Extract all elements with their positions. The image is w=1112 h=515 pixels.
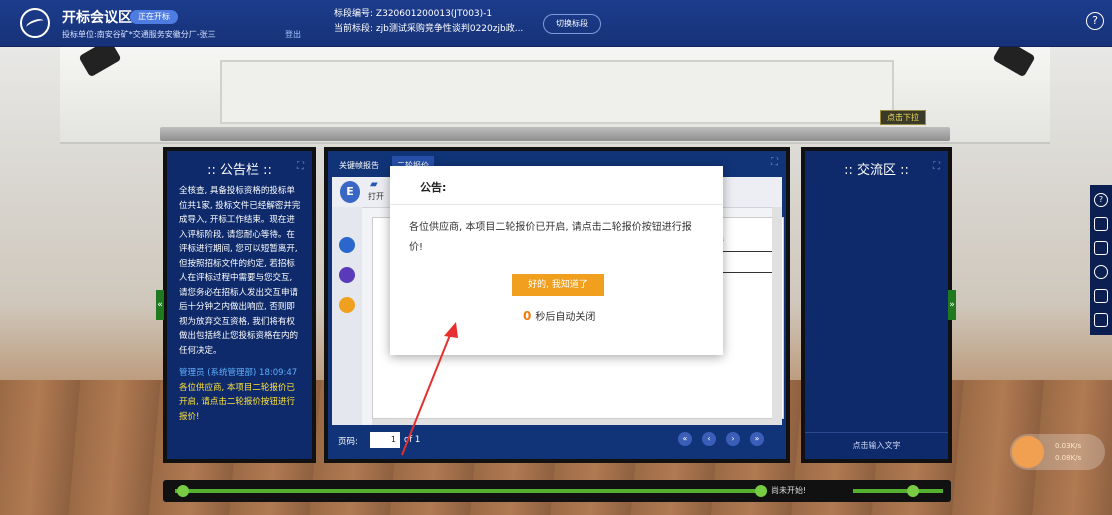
countdown-text: 秒后自动关闭 xyxy=(535,312,596,323)
help-icon[interactable]: ? xyxy=(1094,193,1108,207)
modal-title: 公告: xyxy=(420,181,447,194)
exchange-panel: :: 交流区 :: ⛶ 点击输入文字 xyxy=(801,147,952,463)
open-icon[interactable]: ▰ xyxy=(370,179,378,190)
status-badge: 正在开标 xyxy=(130,10,178,24)
switch-section-button[interactable]: 切换标段 xyxy=(543,14,601,34)
auto-close-countdown: 0 秒后自动关闭 xyxy=(523,308,595,323)
collapse-right-icon[interactable]: » xyxy=(948,290,956,320)
log-entry: 管理员 (系统管理部) 18:09:47 各位供应商, 本项目二轮报价已开启, … xyxy=(167,358,312,424)
log-sender: 管理员 (系统管理部) 18:09:47 xyxy=(179,368,298,378)
stage-rail xyxy=(160,127,950,141)
speed-indicator-icon xyxy=(1012,436,1044,468)
modal-divider xyxy=(390,204,723,205)
notice-body: 全核查, 具备投标资格的投标单位共1家, 投标文件已经解密并完成导入, 开标工作… xyxy=(179,186,301,356)
current-section: zjb测试采购竞争性谈判0220zjb政... xyxy=(375,24,524,34)
page-total: of 1 xyxy=(404,435,421,445)
right-toolbar: ? xyxy=(1090,185,1112,335)
page-label: 页码: xyxy=(338,437,358,447)
notice-panel-title: :: 公告栏 :: xyxy=(207,163,272,178)
log-message: 各位供应商, 本项目二轮报价已开启, 请点击二轮报价按钮进行报价! xyxy=(179,382,295,422)
modal-message: 各位供应商, 本项目二轮报价已开启, 请点击二轮报价按钮进行报价! xyxy=(409,222,692,253)
message-icon[interactable] xyxy=(1094,289,1108,303)
section-number: Z320601200013(JT003)-1 xyxy=(375,9,493,19)
chat-icon[interactable] xyxy=(1094,265,1108,279)
expand-icon[interactable]: ⛶ xyxy=(933,161,940,172)
vertical-scrollbar[interactable] xyxy=(772,207,782,427)
help-icon[interactable]: ? xyxy=(1086,12,1104,30)
ceiling-recess xyxy=(220,60,894,124)
download-speed: 0.08K/s xyxy=(1055,454,1082,462)
document-footer: 页码: 1 of 1 « ‹ › » xyxy=(328,425,786,459)
progress-knob[interactable] xyxy=(177,485,189,497)
viewer-sidebar xyxy=(332,207,362,427)
last-page-icon[interactable]: » xyxy=(750,432,764,446)
tab-key-frame-report[interactable]: 关键帧报告 xyxy=(334,156,384,176)
next-page-icon[interactable]: › xyxy=(726,432,740,446)
top-header: 开标会议区 正在开标 投标单位:南安谷矿*交通服务安徽分厂-张三 登出 标段编号… xyxy=(0,0,1112,47)
grid-icon[interactable] xyxy=(339,267,355,283)
progress-end-knob[interactable] xyxy=(755,485,767,497)
volume-knob[interactable] xyxy=(907,485,919,497)
expand-icon[interactable]: ⛶ xyxy=(297,161,304,172)
prev-page-icon[interactable]: ‹ xyxy=(702,432,716,446)
acknowledge-button[interactable]: 好的, 我知道了 xyxy=(512,274,604,296)
exchange-panel-title: :: 交流区 :: xyxy=(844,163,909,178)
pen-icon[interactable] xyxy=(339,297,355,313)
page-icon[interactable] xyxy=(339,237,355,253)
network-speed-gauge: 0.03K/s 0.08K/s xyxy=(1010,434,1105,470)
viewer-logo-icon: E xyxy=(340,181,360,203)
page-number-input[interactable]: 1 xyxy=(370,432,400,448)
logout-link[interactable]: 登出 xyxy=(285,29,301,40)
progress-bar: 尚未开始! xyxy=(163,480,951,502)
expand-icon[interactable]: ⛶ xyxy=(771,157,778,168)
document-icon[interactable] xyxy=(1094,241,1108,255)
countdown-value: 0 xyxy=(523,309,532,323)
collapse-left-icon[interactable]: « xyxy=(156,290,164,320)
pull-down-button[interactable]: 点击下拉 xyxy=(880,110,926,125)
announcement-modal: 公告: 各位供应商, 本项目二轮报价已开启, 请点击二轮报价按钮进行报价! 好的… xyxy=(390,166,723,355)
progress-track xyxy=(175,489,765,493)
mail-icon[interactable] xyxy=(1094,217,1108,231)
section-number-label: 标段编号: xyxy=(334,9,374,19)
section-info: 标段编号: Z320601200013(JT003)-1 当前标段: zjb测试… xyxy=(334,7,523,37)
notice-panel: :: 公告栏 :: ⛶ 全核查, 具备投标资格的投标单位共1家, 投标文件已经解… xyxy=(163,147,316,463)
upload-speed: 0.03K/s xyxy=(1055,442,1082,450)
progress-status: 尚未开始! xyxy=(771,486,807,495)
current-section-label: 当前标段: xyxy=(334,24,374,34)
open-label[interactable]: 打开 xyxy=(368,191,384,202)
logo-icon xyxy=(20,8,50,38)
bidder-info: 投标单位:南安谷矿*交通服务安徽分厂-张三 xyxy=(62,30,216,39)
book-icon[interactable] xyxy=(1094,313,1108,327)
first-page-icon[interactable]: « xyxy=(678,432,692,446)
chat-input[interactable]: 点击输入文字 xyxy=(805,432,948,459)
app-title: 开标会议区 xyxy=(62,10,132,26)
volume-track[interactable] xyxy=(853,489,943,493)
